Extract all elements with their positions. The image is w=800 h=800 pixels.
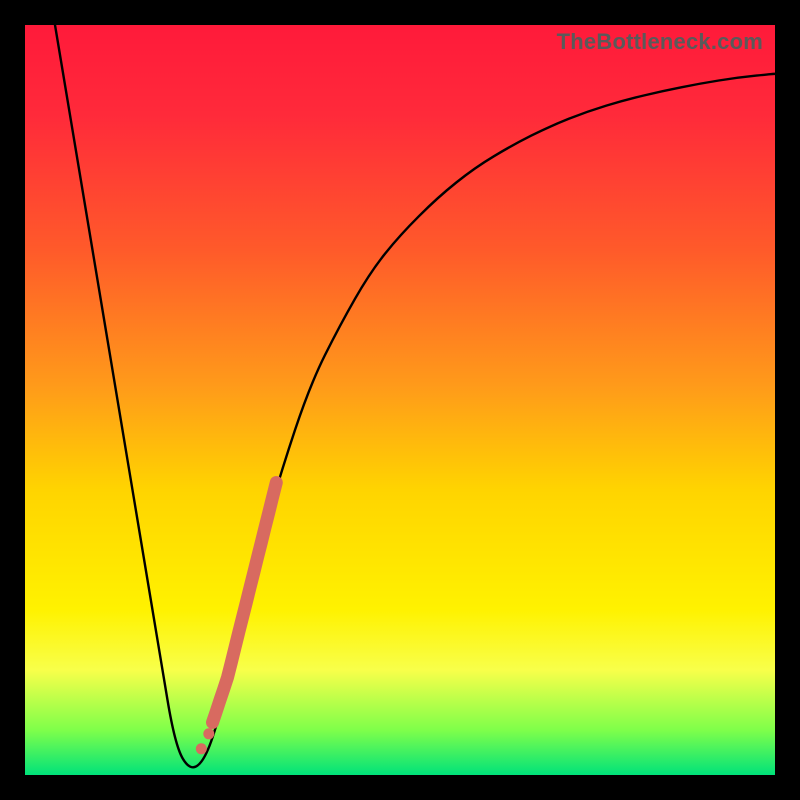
plot-area: TheBottleneck.com [25,25,775,775]
dot [203,728,214,739]
dot [196,743,207,754]
dotted-segment [196,483,276,755]
chart-frame: TheBottleneck.com [0,0,800,800]
dot-stroke [213,483,277,723]
curve-layer [25,25,775,775]
bottleneck-curve [55,25,775,767]
